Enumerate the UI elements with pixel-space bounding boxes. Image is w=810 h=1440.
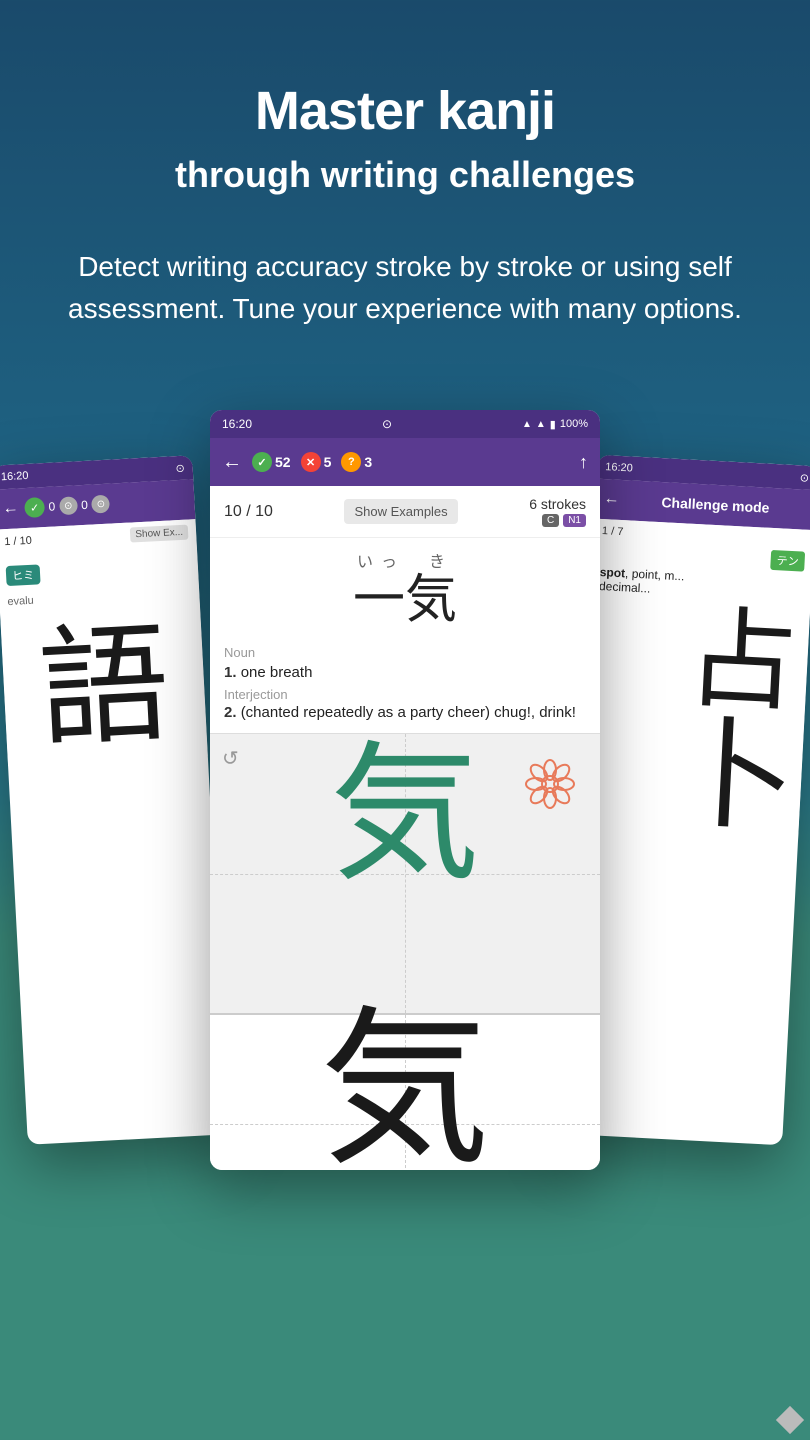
battery-icon: ▮ <box>550 418 556 431</box>
kanji-reading-area: いっ き 一気 <box>210 538 600 635</box>
hero-title: Master kanji <box>60 80 750 142</box>
hero-description: Detect writing accuracy stroke by stroke… <box>65 246 745 330</box>
def-1-text: one breath <box>241 664 313 681</box>
left-kanji-char: 語 <box>0 606 208 766</box>
pos-interjection: Interjection <box>224 687 586 702</box>
refresh-icon[interactable]: ↺ <box>222 746 239 771</box>
right-kanji-area-2: 卜 <box>578 708 804 839</box>
center-status-right: ▲ ▲ ▮ 100% <box>522 418 588 431</box>
right-kanji-area: 占 <box>585 599 810 720</box>
right-kanji-char: 占 <box>585 599 810 720</box>
right-status-icon: ⊙ <box>799 471 809 484</box>
definition-area: Noun 1. one breath Interjection 2. (chan… <box>210 635 600 733</box>
left-score-02: 0 <box>81 498 88 512</box>
signal-icon: ▲ <box>536 419 546 430</box>
def-2-text: (chanted repeatedly as a party cheer) ch… <box>241 704 576 721</box>
right-definition: spot, point, m...decimal... <box>599 565 804 604</box>
score-wrong-group: ✕ 5 <box>301 452 332 472</box>
strokes-label: 6 strokes <box>529 496 586 512</box>
center-progress: 10 / 10 <box>224 503 273 521</box>
right-status-time: 16:20 <box>605 461 633 474</box>
definition-1: 1. one breath <box>224 664 586 681</box>
kanji-stroke-lower: 気 <box>320 1005 490 1170</box>
wrong-badge-icon: ✕ <box>301 452 321 472</box>
def-1-num: 1. <box>224 664 237 681</box>
pos-noun: Noun <box>224 645 586 660</box>
right-appbar-title: Challenge mode <box>623 492 808 518</box>
left-score-row: ✓ 0 ⊙ 0 ⊙ <box>24 494 110 518</box>
score-pending-group: ? 3 <box>341 452 372 472</box>
drawing-area-top: ↺ 気 <box>210 733 600 1013</box>
pending-count: 3 <box>364 454 372 470</box>
center-card-header: 10 / 10 Show Examples 6 strokes C N1 <box>210 486 600 538</box>
left-badge3: ⊙ <box>91 495 110 514</box>
left-show-examples-button[interactable]: Show Ex... <box>130 525 189 543</box>
left-status-icon: ⊙ <box>175 461 185 474</box>
left-status-time: 16:20 <box>1 470 29 483</box>
left-progress: 1 / 10 <box>4 534 32 547</box>
right-word-badge: テン <box>770 550 805 572</box>
right-content: 1 / 7 テン spot, point, m...decimal... <box>590 519 810 610</box>
show-examples-button[interactable]: Show Examples <box>344 499 457 524</box>
center-app-bar: ← ✓ 52 ✕ 5 ? 3 ↑ <box>210 438 600 486</box>
hero-section: Master kanji through writing challenges … <box>0 0 810 370</box>
right-kanji-char-2: 卜 <box>578 708 804 839</box>
def-2-num: 2. <box>224 704 237 721</box>
filter-icon[interactable]: ↑ <box>579 452 588 473</box>
correct-count: 52 <box>275 454 291 470</box>
hero-subtitle: through writing challenges <box>60 154 750 196</box>
left-hiragana-badge: ヒミ <box>6 564 41 586</box>
center-phone: 16:20 ⊙ ▲ ▲ ▮ 100% ← ✓ 52 ✕ 5 ? 3 <box>210 410 600 1170</box>
center-back-arrow[interactable]: ← <box>222 451 242 474</box>
center-status-icon: ⊙ <box>382 417 392 431</box>
battery-percent: 100% <box>560 418 588 430</box>
left-phone: 16:20 ⊙ ← ✓ 0 ⊙ 0 ⊙ 1 / 10 Show Ex... ヒミ… <box>0 455 228 1145</box>
left-eval-text: evalu <box>7 595 34 608</box>
diamond-decoration <box>776 1406 804 1434</box>
drawing-area-bottom: 気 ⓘ ★ <box>210 1013 600 1170</box>
left-content: ヒミ evalu <box>0 544 200 616</box>
left-kanji-area: 語 <box>0 606 208 766</box>
kanji-main-char: 一気 <box>224 572 586 629</box>
badge-row: C N1 <box>529 514 586 527</box>
phones-container: 16:20 ⊙ ← ✓ 0 ⊙ 0 ⊙ 1 / 10 Show Ex... ヒミ… <box>0 400 810 1180</box>
correct-badge-icon: ✓ <box>252 452 272 472</box>
strokes-info-group: 6 strokes C N1 <box>529 496 586 527</box>
left-correct-badge: ✓ <box>24 497 45 518</box>
center-status-time: 16:20 <box>222 417 252 431</box>
left-badge2: ⊙ <box>59 496 78 515</box>
left-back-arrow[interactable]: ← <box>2 499 19 518</box>
kanji-stroke-display: 気 <box>330 739 480 889</box>
kanji-reading: いっ き <box>224 548 586 572</box>
center-status-bar: 16:20 ⊙ ▲ ▲ ▮ 100% <box>210 410 600 438</box>
badge-n1: N1 <box>563 514 586 527</box>
pending-badge-icon: ? <box>341 452 361 472</box>
right-back-arrow[interactable]: ← <box>603 490 620 509</box>
left-score-0: 0 <box>48 499 55 513</box>
score-correct-group: ✓ 52 <box>252 452 291 472</box>
flower-decoration <box>520 754 580 814</box>
wifi-icon: ▲ <box>522 419 532 430</box>
badge-c: C <box>542 514 559 527</box>
wrong-count: 5 <box>324 454 332 470</box>
definition-2: 2. (chanted repeatedly as a party cheer)… <box>224 704 586 721</box>
